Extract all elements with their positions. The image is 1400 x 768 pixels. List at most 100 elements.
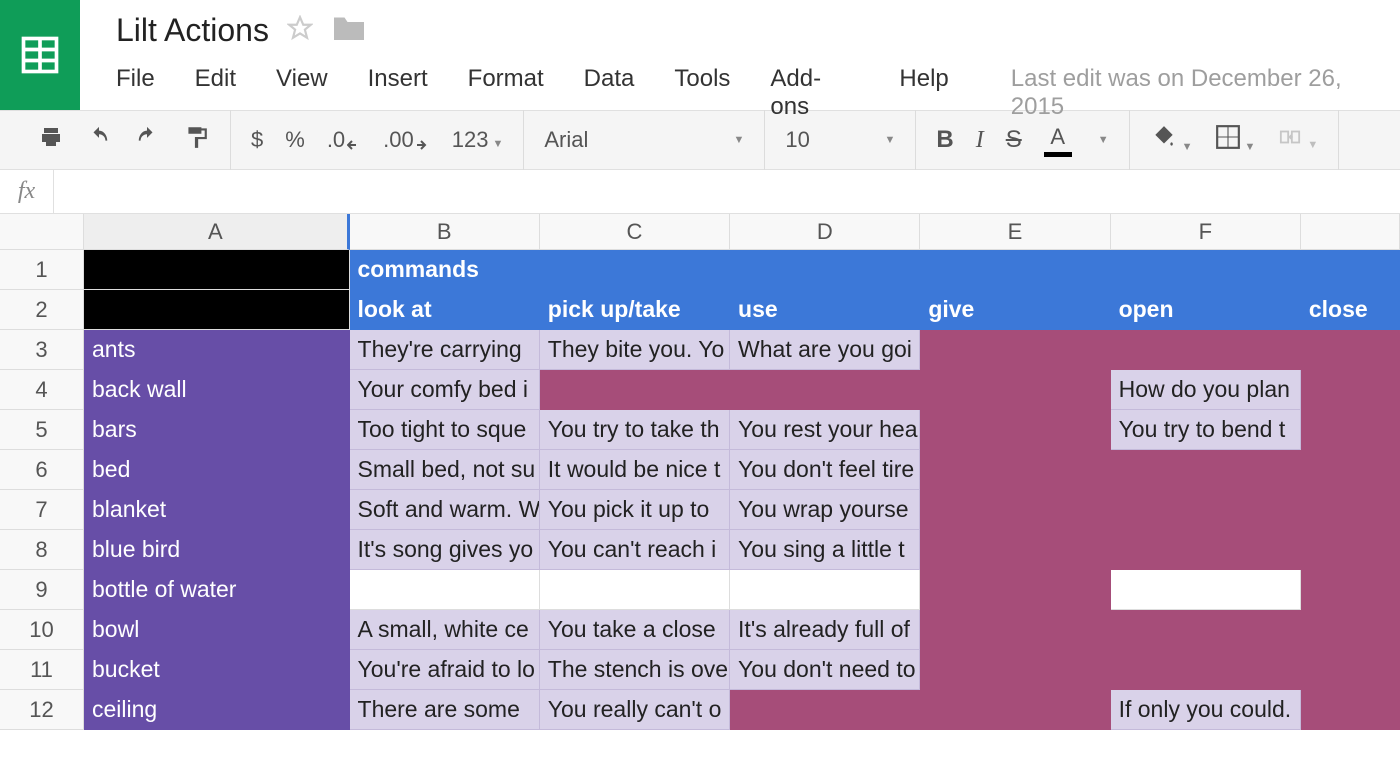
bold-button[interactable]: B [936,126,953,154]
cell[interactable]: bowl [84,610,350,650]
star-icon[interactable] [287,15,313,46]
cell[interactable]: There are some [350,690,540,730]
cell[interactable]: They're carrying [350,330,540,370]
cell[interactable] [1111,450,1301,490]
font-selector[interactable]: Arial▼ [544,127,744,153]
cell[interactable] [730,690,920,730]
cell[interactable] [84,290,350,330]
cell[interactable]: It's already full of [730,610,920,650]
document-title[interactable]: Lilt Actions [116,12,269,49]
cell[interactable] [920,410,1110,450]
cell[interactable]: It would be nice t [540,450,730,490]
cell[interactable] [1111,610,1301,650]
cell[interactable]: It's song gives yo [350,530,540,570]
text-color-dropdown[interactable]: ▼ [1098,134,1109,146]
cell[interactable] [1301,370,1400,410]
menu-format[interactable]: Format [468,65,544,93]
cell[interactable]: open [1111,290,1301,330]
cell[interactable]: What are you goi [730,330,920,370]
cell[interactable] [920,250,1110,290]
cell[interactable]: The stench is ove [540,650,730,690]
cell[interactable] [540,570,730,610]
cell[interactable] [920,330,1110,370]
menu-tools[interactable]: Tools [674,65,730,93]
number-format-button[interactable]: 123▼ [452,127,504,153]
cell[interactable] [84,250,350,290]
cell[interactable]: pick up/take [540,290,730,330]
menu-file[interactable]: File [116,65,155,93]
cell[interactable] [1301,450,1400,490]
cell[interactable] [920,650,1110,690]
undo-icon[interactable] [86,126,112,154]
cell[interactable] [1301,690,1400,730]
row-header[interactable]: 4 [0,370,84,410]
cell[interactable]: commands [350,250,540,290]
column-header[interactable] [1301,214,1400,250]
percent-button[interactable]: % [285,127,305,153]
column-header[interactable]: F [1111,214,1301,250]
cell[interactable] [1301,330,1400,370]
cell[interactable]: give [920,290,1110,330]
cell[interactable]: bed [84,450,350,490]
cell[interactable] [540,250,730,290]
font-size-selector[interactable]: 10▼ [785,127,895,153]
cell[interactable] [1111,650,1301,690]
row-header[interactable]: 12 [0,690,84,730]
cell[interactable]: You pick it up to [540,490,730,530]
cell[interactable]: You're afraid to lo [350,650,540,690]
cell[interactable]: You try to bend t [1111,410,1301,450]
row-header[interactable]: 2 [0,290,84,330]
cell[interactable]: blue bird [84,530,350,570]
row-header[interactable]: 1 [0,250,84,290]
menu-edit[interactable]: Edit [195,65,236,93]
cell[interactable]: ants [84,330,350,370]
cell[interactable] [920,370,1110,410]
column-header[interactable]: E [920,214,1110,250]
cell[interactable]: back wall [84,370,350,410]
increase-decimal-button[interactable]: .00 [383,127,430,153]
paint-format-icon[interactable] [182,124,210,156]
select-all-corner[interactable] [0,214,84,250]
cell[interactable]: A small, white ce [350,610,540,650]
cell[interactable]: You wrap yourse [730,490,920,530]
folder-icon[interactable] [331,13,367,48]
cell[interactable] [730,570,920,610]
cell[interactable]: You really can't o [540,690,730,730]
cell[interactable] [350,570,540,610]
row-header[interactable]: 8 [0,530,84,570]
cell[interactable] [1111,530,1301,570]
cell[interactable] [920,690,1110,730]
cell[interactable]: Too tight to sque [350,410,540,450]
fill-color-button[interactable]: ▼ [1150,124,1193,156]
column-header[interactable]: C [540,214,730,250]
menu-help[interactable]: Help [899,65,948,93]
currency-button[interactable]: $ [251,127,263,153]
cell[interactable] [920,570,1110,610]
cell[interactable]: They bite you. Yo [540,330,730,370]
cell[interactable]: You try to take th [540,410,730,450]
cell[interactable] [920,490,1110,530]
print-icon[interactable] [38,125,64,155]
cell[interactable]: Small bed, not su [350,450,540,490]
cell[interactable]: You rest your hea [730,410,920,450]
cell[interactable] [1301,650,1400,690]
cell[interactable]: You take a close [540,610,730,650]
cell[interactable]: You don't feel tire [730,450,920,490]
cell[interactable]: close [1301,290,1400,330]
cell[interactable]: If only you could. [1111,690,1301,730]
cell[interactable]: Soft and warm. W [350,490,540,530]
cell[interactable] [920,610,1110,650]
row-header[interactable]: 7 [0,490,84,530]
row-header[interactable]: 9 [0,570,84,610]
italic-button[interactable]: I [976,127,984,154]
cell[interactable] [1301,490,1400,530]
cell[interactable]: bucket [84,650,350,690]
cell[interactable]: bars [84,410,350,450]
text-color-button[interactable]: A [1044,124,1072,157]
cell[interactable]: bottle of water [84,570,350,610]
cell[interactable] [1301,570,1400,610]
cell[interactable]: blanket [84,490,350,530]
column-header[interactable]: D [730,214,920,250]
column-header[interactable]: B [350,214,540,250]
cell[interactable] [540,370,730,410]
